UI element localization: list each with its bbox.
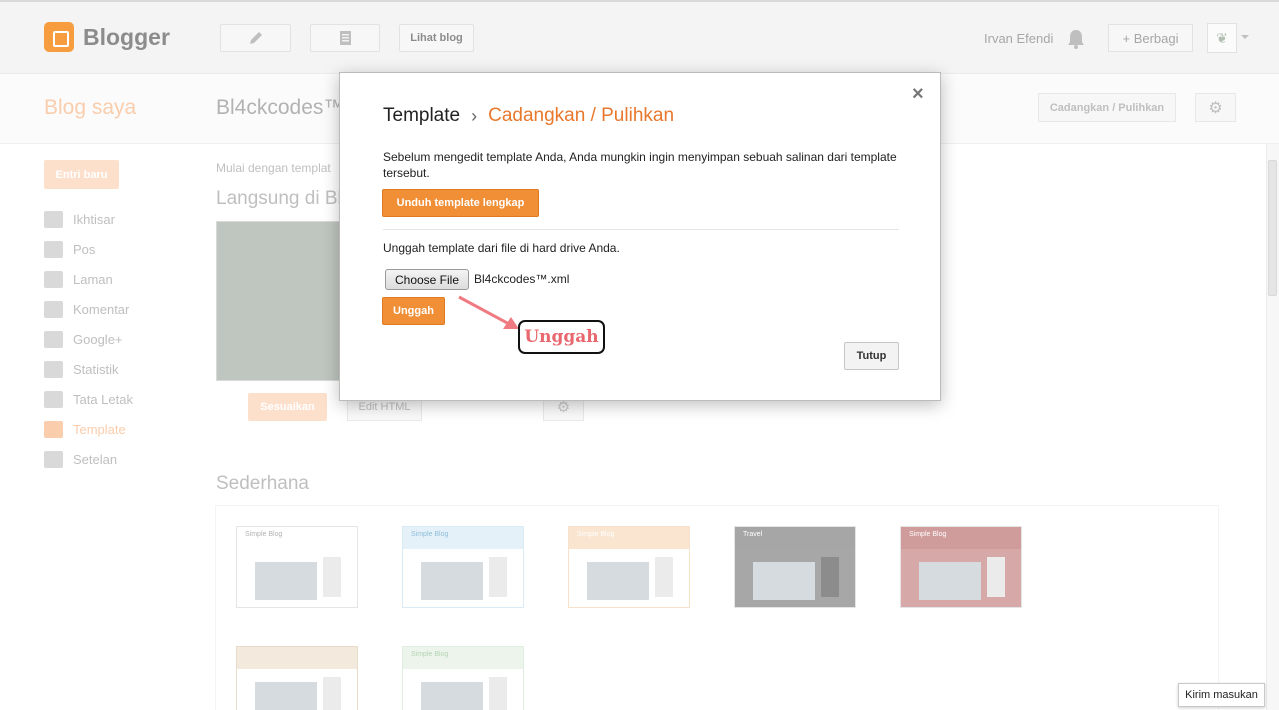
annotation-label: Unggah — [518, 320, 605, 354]
upload-description: Unggah template dari file di hard drive … — [383, 241, 620, 255]
divider — [383, 229, 899, 230]
dialog-title-template: Template — [383, 105, 461, 126]
close-button[interactable]: Tutup — [844, 342, 899, 370]
breadcrumb-separator-icon: › — [471, 105, 478, 126]
close-icon[interactable]: × — [912, 83, 924, 106]
annotation-arrow-icon — [458, 295, 519, 329]
backup-description: Sebelum mengedit template Anda, Anda mun… — [383, 150, 897, 180]
dialog-title: Template › Cadangkan / Pulihkan — [383, 105, 674, 127]
selected-file-name: Bl4ckcodes™.xml — [474, 272, 570, 286]
choose-file-button[interactable]: Choose File — [385, 269, 469, 290]
backup-restore-dialog: × Template › Cadangkan / Pulihkan Sebelu… — [339, 72, 941, 401]
dialog-subtitle: Cadangkan / Pulihkan — [488, 105, 675, 126]
download-template-button[interactable]: Unduh template lengkap — [382, 189, 539, 217]
send-feedback-button[interactable]: Kirim masukan — [1178, 683, 1265, 707]
upload-button[interactable]: Unggah — [382, 297, 445, 325]
